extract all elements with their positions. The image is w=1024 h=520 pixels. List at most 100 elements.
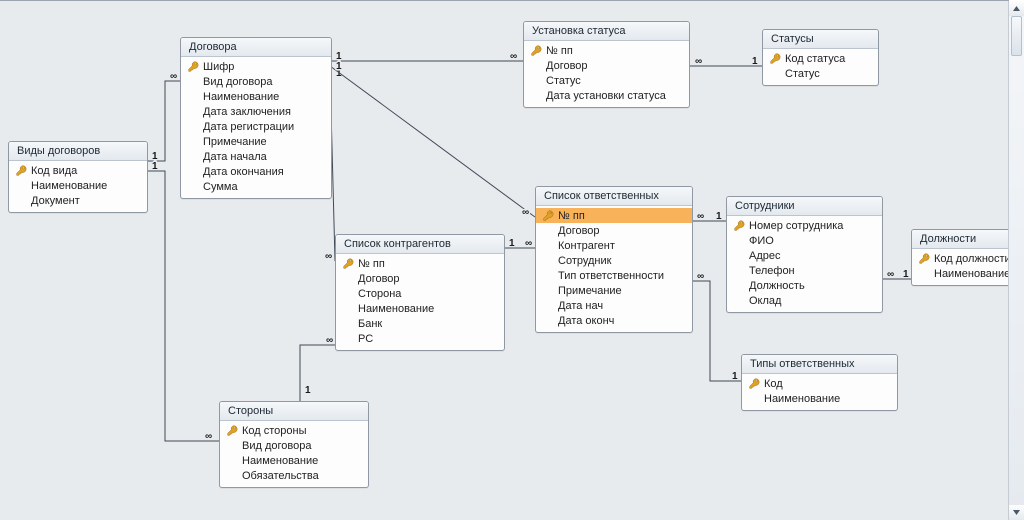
table-field[interactable]: РС xyxy=(336,331,504,346)
scroll-down-button[interactable] xyxy=(1009,505,1024,520)
table-field[interactable]: Наименование xyxy=(181,89,331,104)
table-field[interactable]: Договор xyxy=(336,271,504,286)
table-field[interactable]: Контрагент xyxy=(536,238,692,253)
field-name: Тип ответственности xyxy=(558,270,664,282)
table-field[interactable]: Статус xyxy=(524,73,689,88)
cardinality-label: 1 xyxy=(152,161,158,172)
table-field[interactable]: Примечание xyxy=(181,134,331,149)
field-name: Код xyxy=(764,378,783,390)
table-field[interactable]: № пп xyxy=(536,208,692,223)
table-field[interactable]: Дата оконч xyxy=(536,313,692,328)
table-field[interactable]: Банк xyxy=(336,316,504,331)
table-field[interactable]: Код стороны xyxy=(220,423,368,438)
table-field[interactable]: Статус xyxy=(763,66,878,81)
table-box[interactable]: Статусы Код статусаСтатус xyxy=(762,29,879,86)
table-box[interactable]: ДолжностиКод должностиНаименование xyxy=(911,229,1011,286)
table-field[interactable]: Дата нач xyxy=(536,298,692,313)
table-field[interactable]: Дата установки статуса xyxy=(524,88,689,103)
relationship-edge xyxy=(146,81,180,161)
table-field[interactable]: Дата регистрации xyxy=(181,119,331,134)
scrollbar-thumb[interactable] xyxy=(1011,16,1022,56)
table-field[interactable]: Наименование xyxy=(220,453,368,468)
table-title[interactable]: Должности xyxy=(912,230,1010,249)
table-field[interactable]: Наименование xyxy=(336,301,504,316)
diagram-canvas[interactable]: 1∞1∞1∞1∞1∞1∞1∞∞1∞1∞1∞1 Виды договоровКод… xyxy=(0,0,1009,520)
table-field[interactable]: Код должности xyxy=(912,251,1010,266)
table-field[interactable]: ФИО xyxy=(727,233,882,248)
table-field[interactable]: Сотрудник xyxy=(536,253,692,268)
cardinality-label: 1 xyxy=(716,211,722,222)
field-icon-slot xyxy=(542,270,554,282)
table-box[interactable]: Типы ответственных КодНаименование xyxy=(741,354,898,411)
field-name: Банк xyxy=(358,318,382,330)
primary-key-icon xyxy=(15,165,27,177)
field-name: Код вида xyxy=(31,165,77,177)
table-field[interactable]: Код статуса xyxy=(763,51,878,66)
table-field[interactable]: Телефон xyxy=(727,263,882,278)
table-field[interactable]: Примечание xyxy=(536,283,692,298)
field-name: Адрес xyxy=(749,250,781,262)
table-title[interactable]: Стороны xyxy=(220,402,368,421)
table-box[interactable]: Сотрудники Номер сотрудникаФИО АдресТелефо… xyxy=(726,196,883,313)
field-icon-slot xyxy=(542,255,554,267)
table-field[interactable]: Наименование xyxy=(742,391,897,406)
vertical-scrollbar[interactable] xyxy=(1008,1,1024,520)
field-name: Сторона xyxy=(358,288,401,300)
field-name: Обязательства xyxy=(242,470,319,482)
table-field[interactable]: Дата начала xyxy=(181,149,331,164)
table-fields: Код стороныВид договораНаименование Обяза… xyxy=(220,421,368,487)
table-box[interactable]: СтороныКод стороныВид договораНаименован… xyxy=(219,401,369,488)
table-field[interactable]: Наименование xyxy=(912,266,1010,281)
field-name: Код должности xyxy=(934,253,1011,265)
table-field[interactable]: Вид договора xyxy=(181,74,331,89)
cardinality-label: ∞ xyxy=(205,431,212,442)
field-icon-slot xyxy=(530,75,542,87)
table-field[interactable]: Сторона xyxy=(336,286,504,301)
field-icon-slot xyxy=(733,280,745,292)
table-fields: Код должностиНаименование xyxy=(912,249,1010,285)
table-field[interactable]: № пп xyxy=(336,256,504,271)
field-name: Договор xyxy=(546,60,588,72)
table-box[interactable]: Список контрагентов № ппДоговор СторонаНаи… xyxy=(335,234,505,351)
table-field[interactable]: Тип ответственности xyxy=(536,268,692,283)
table-title[interactable]: Договора xyxy=(181,38,331,57)
table-box[interactable]: Установка статуса № пп ДоговорСтатусДата у… xyxy=(523,21,690,108)
table-field[interactable]: Дата заключения xyxy=(181,104,331,119)
field-name: Дата окончания xyxy=(203,166,284,178)
table-field[interactable]: Документ xyxy=(9,193,147,208)
table-field[interactable]: Обязательства xyxy=(220,468,368,483)
table-title[interactable]: Список контрагентов xyxy=(336,235,504,254)
table-field[interactable]: Договор xyxy=(536,223,692,238)
field-name: Дата заключения xyxy=(203,106,291,118)
cardinality-label: 1 xyxy=(509,238,515,249)
table-field[interactable]: Должность xyxy=(727,278,882,293)
scrollbar-track[interactable] xyxy=(1009,16,1024,505)
table-box[interactable]: Виды договоров Код видаНаименованиеДокуме… xyxy=(8,141,148,213)
table-field[interactable]: № пп xyxy=(524,43,689,58)
table-field[interactable]: Наименование xyxy=(9,178,147,193)
field-name: Сотрудник xyxy=(558,255,611,267)
table-field[interactable]: Код вида xyxy=(9,163,147,178)
table-field[interactable]: Сумма xyxy=(181,179,331,194)
table-field[interactable]: Код xyxy=(742,376,897,391)
table-title[interactable]: Типы ответственных xyxy=(742,355,897,374)
table-field[interactable]: Дата окончания xyxy=(181,164,331,179)
table-title[interactable]: Список ответственных xyxy=(536,187,692,206)
table-box[interactable]: Договора ШифрВид договораНаименование Дата… xyxy=(180,37,332,199)
table-title[interactable]: Установка статуса xyxy=(524,22,689,41)
table-box[interactable]: Список ответственных № ппДоговорКонтраген… xyxy=(535,186,693,333)
table-field[interactable]: Вид договора xyxy=(220,438,368,453)
table-field[interactable]: Договор xyxy=(524,58,689,73)
field-icon-slot xyxy=(187,121,199,133)
table-title[interactable]: Виды договоров xyxy=(9,142,147,161)
field-name: Дата начала xyxy=(203,151,267,163)
table-title[interactable]: Сотрудники xyxy=(727,197,882,216)
scroll-up-button[interactable] xyxy=(1009,1,1024,16)
table-field[interactable]: Шифр xyxy=(181,59,331,74)
table-field[interactable]: Номер сотрудника xyxy=(727,218,882,233)
field-name: Дата регистрации xyxy=(203,121,294,133)
table-field[interactable]: Оклад xyxy=(727,293,882,308)
cardinality-label: ∞ xyxy=(326,335,333,346)
table-title[interactable]: Статусы xyxy=(763,30,878,49)
table-field[interactable]: Адрес xyxy=(727,248,882,263)
